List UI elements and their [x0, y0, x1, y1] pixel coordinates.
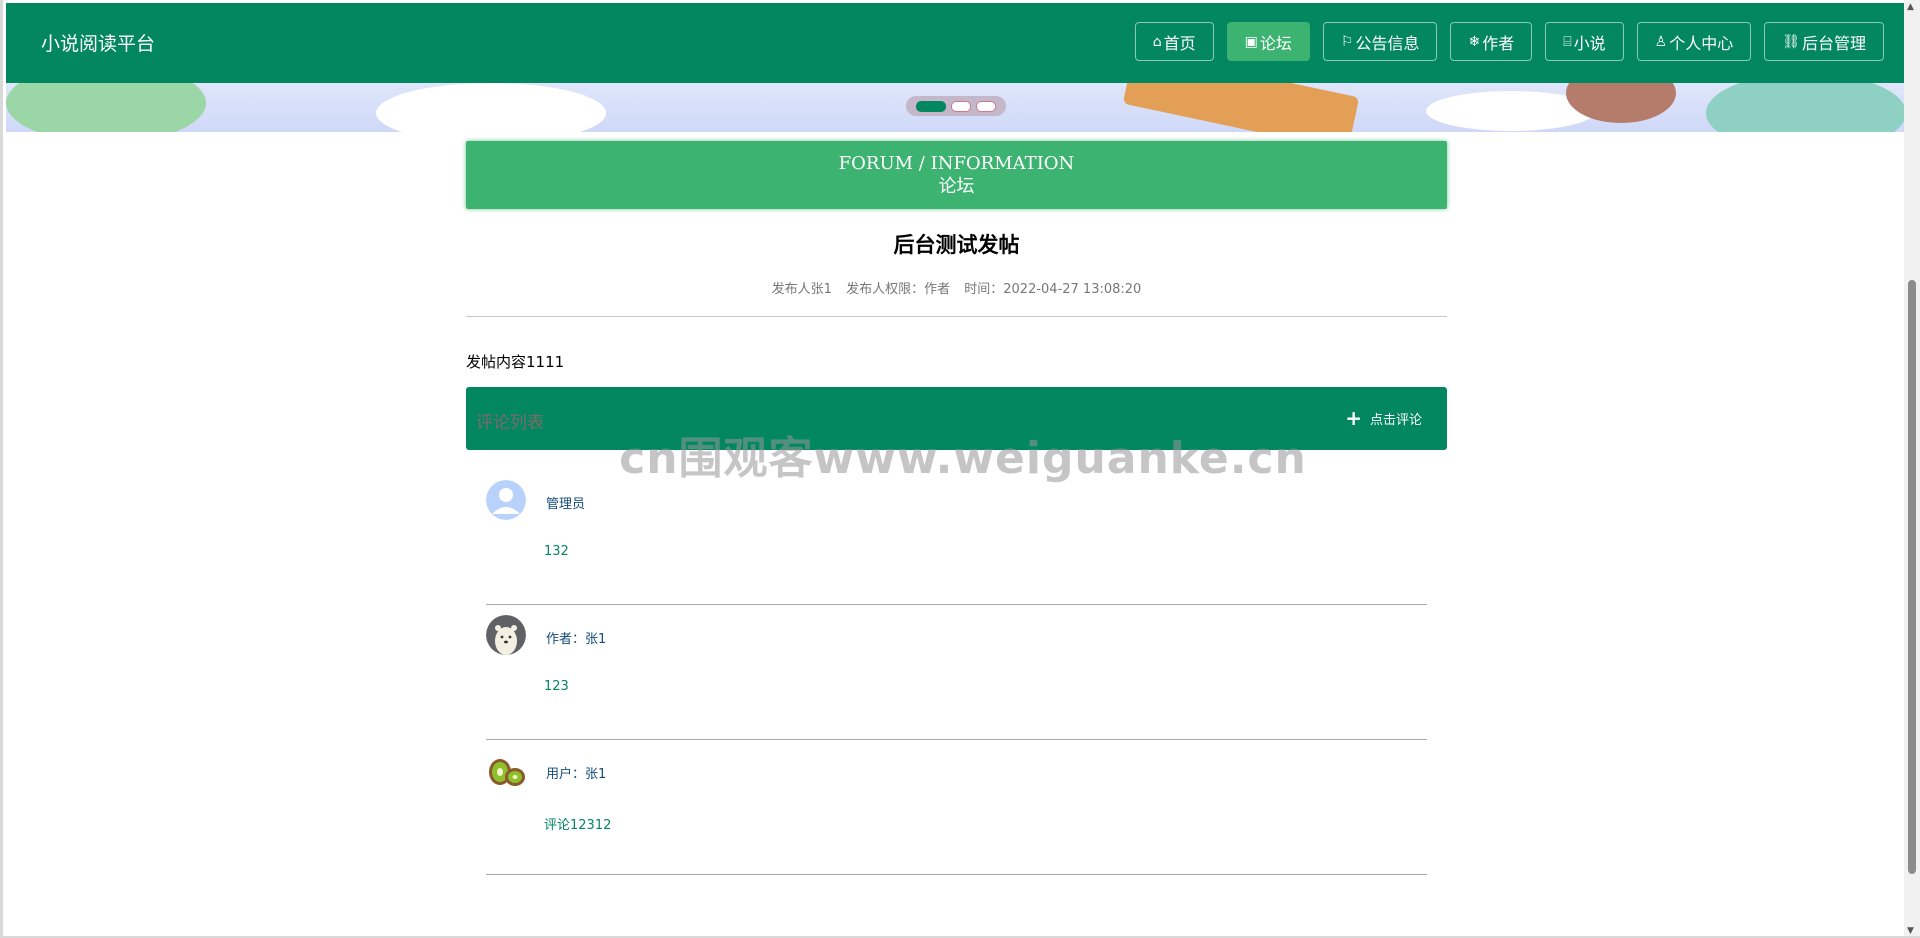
vertical-scrollbar[interactable]: ▲ ▼: [1904, 0, 1920, 936]
comment-author: 用户：张1: [546, 767, 607, 782]
user-icon: ♙: [1654, 33, 1668, 50]
scroll-thumb[interactable]: [1908, 280, 1916, 874]
flag-icon: ⚐: [1340, 33, 1354, 50]
nav-item-announcements[interactable]: ⚐ 公告信息: [1322, 22, 1438, 61]
scroll-down-icon[interactable]: ▼: [1907, 926, 1914, 936]
nav-item-label: 后台管理: [1801, 33, 1866, 53]
comment-divider: [486, 874, 1427, 875]
site-brand[interactable]: 小说阅读平台: [41, 31, 155, 57]
home-icon: ⌂: [1152, 33, 1162, 50]
post-content: 发帖内容1111: [466, 353, 565, 371]
carousel-dot[interactable]: [951, 100, 971, 112]
post-role: 发布人权限：作者: [846, 282, 951, 297]
section-title-en: FORUM / INFORMATION: [838, 153, 1075, 174]
scroll-up-icon[interactable]: ▲: [1907, 2, 1914, 12]
comment-list-header: 评论列表 + 点击评论: [466, 387, 1447, 450]
nav-item-profile[interactable]: ♙ 个人中心: [1636, 22, 1752, 61]
nav-item-label: 首页: [1163, 33, 1196, 53]
comment-item: 作者：张1 123: [486, 605, 1427, 740]
snowflake-icon: ❄: [1468, 33, 1481, 50]
nav-item-label: 作者: [1482, 33, 1515, 53]
section-title-cn: 论坛: [938, 176, 975, 197]
post-author: 发布人张1: [771, 282, 832, 297]
post-meta: 发布人张1 发布人权限：作者 时间：2022-04-27 13:08:20: [466, 278, 1447, 297]
comment-text: 评论12312: [544, 818, 612, 833]
nav-item-label: 个人中心: [1669, 33, 1734, 53]
add-comment-button[interactable]: + 点击评论: [1345, 408, 1422, 428]
nav-item-label: 公告信息: [1355, 33, 1420, 53]
banner-sled: [1122, 83, 1360, 132]
section-heading: FORUM / INFORMATION 论坛: [466, 141, 1447, 209]
add-comment-label: 点击评论: [1369, 412, 1422, 428]
comment-item: 用户：张1 评论12312: [486, 740, 1427, 875]
nav-item-admin[interactable]: ⛓ 后台管理: [1764, 22, 1884, 61]
comment-list-label: 评论列表: [476, 413, 544, 433]
nav-item-label: 论坛: [1259, 33, 1292, 53]
post-title: 后台测试发帖: [893, 233, 1020, 257]
banner-snow-cloud: [376, 83, 606, 132]
banner-leaves: [1706, 83, 1904, 132]
comment-author: 管理员: [546, 497, 586, 512]
comment-author: 作者：张1: [546, 632, 607, 647]
nav-item-forum[interactable]: ▣ 论坛: [1226, 22, 1310, 61]
comment-item: 管理员 132: [486, 470, 1427, 605]
default-person-avatar-icon: [486, 480, 526, 520]
nav-menu: ⌂ 首页 ▣ 论坛 ⚐ 公告信息 ❄ 作者 ⌸ 小说 ♙ 个人中心 ⛓ 后台管理: [1134, 22, 1884, 61]
plus-icon: +: [1345, 406, 1362, 430]
gift-icon: ▣: [1244, 33, 1258, 50]
carousel-dot[interactable]: [976, 100, 996, 112]
banner-leaves: [6, 83, 206, 132]
comment-text: 132: [544, 544, 569, 559]
polar-bear-avatar-icon: [486, 615, 526, 655]
book-icon: ⌸: [1563, 33, 1572, 50]
post-time: 时间：2022-04-27 13:08:20: [964, 282, 1142, 297]
nav-item-authors[interactable]: ❄ 作者: [1450, 22, 1533, 61]
nav-item-novels[interactable]: ⌸ 小说: [1545, 22, 1624, 61]
comment-text: 123: [544, 679, 569, 694]
page: 小说阅读平台 ⌂ 首页 ▣ 论坛 ⚐ 公告信息 ❄ 作者 ⌸ 小说 ♙ 个人中心…: [0, 0, 1920, 938]
banner-carousel[interactable]: [6, 83, 1904, 132]
nav-item-home[interactable]: ⌂ 首页: [1134, 22, 1214, 61]
carousel-indicators: [906, 96, 1006, 116]
link-icon: ⛓: [1782, 33, 1800, 50]
top-navbar: 小说阅读平台 ⌂ 首页 ▣ 论坛 ⚐ 公告信息 ❄ 作者 ⌸ 小说 ♙ 个人中心…: [6, 3, 1904, 83]
post-divider: [466, 316, 1447, 317]
nav-item-label: 小说: [1573, 33, 1606, 53]
carousel-dot[interactable]: [916, 100, 946, 112]
kiwi-fruit-avatar-icon: [486, 750, 526, 790]
